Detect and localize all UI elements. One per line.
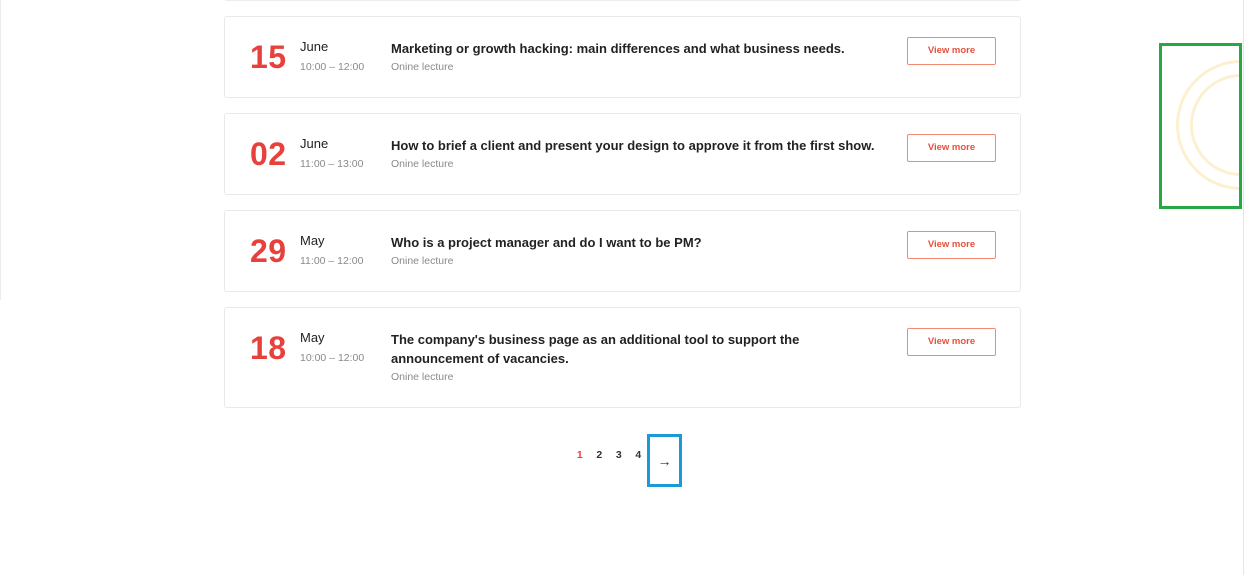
page-link-4[interactable]: 4: [629, 449, 649, 461]
previous-event-card-edge: [224, 0, 1021, 1]
arrow-right-icon: →: [657, 452, 672, 469]
event-type: Onine lecture: [391, 255, 454, 267]
event-type: Onine lecture: [391, 371, 454, 383]
event-card: 29 May 11:00 – 12:00 Who is a project ma…: [224, 210, 1021, 292]
event-card: 18 May 10:00 – 12:00 The company's busin…: [224, 307, 1021, 408]
event-type: Onine lecture: [391, 158, 454, 170]
event-month: June: [300, 136, 329, 151]
event-time: 11:00 – 13:00: [300, 158, 364, 170]
view-more-button[interactable]: View more: [907, 37, 996, 65]
view-more-button[interactable]: View more: [907, 134, 996, 162]
event-card: 02 June 11:00 – 13:00 How to brief a cli…: [224, 113, 1021, 195]
event-type: Onine lecture: [391, 61, 454, 73]
event-day: 29: [250, 233, 287, 269]
event-list: 15 June 10:00 – 12:00 Marketing or growt…: [224, 16, 1021, 423]
decorative-rings-highlight: [1159, 43, 1242, 209]
event-day: 18: [250, 330, 287, 366]
event-time: 10:00 – 12:00: [300, 61, 365, 73]
event-time: 10:00 – 12:00: [300, 352, 365, 364]
page-edge-right: [1243, 0, 1244, 575]
events-page: 15 June 10:00 – 12:00 Marketing or growt…: [0, 0, 1246, 575]
event-card: 15 June 10:00 – 12:00 Marketing or growt…: [224, 16, 1021, 98]
next-page-button[interactable]: →: [647, 434, 682, 487]
event-month: May: [300, 330, 325, 345]
view-more-button[interactable]: View more: [907, 328, 996, 356]
event-title: The company's business page as an additi…: [391, 332, 800, 366]
page-link-3[interactable]: 3: [609, 449, 629, 461]
event-title: How to brief a client and present your d…: [391, 138, 875, 153]
page-edge-left: [0, 0, 1, 300]
event-day: 15: [250, 39, 287, 75]
pagination: 1 2 3 4 →: [570, 434, 682, 487]
event-time: 11:00 – 12:00: [300, 255, 364, 267]
event-title: Marketing or growth hacking: main differ…: [391, 41, 845, 56]
event-day: 02: [250, 136, 287, 172]
event-month: May: [300, 233, 325, 248]
event-month: June: [300, 39, 329, 54]
view-more-button[interactable]: View more: [907, 231, 996, 259]
event-title: Who is a project manager and do I want t…: [391, 235, 702, 250]
page-link-2[interactable]: 2: [590, 449, 610, 461]
page-link-1[interactable]: 1: [570, 449, 590, 461]
